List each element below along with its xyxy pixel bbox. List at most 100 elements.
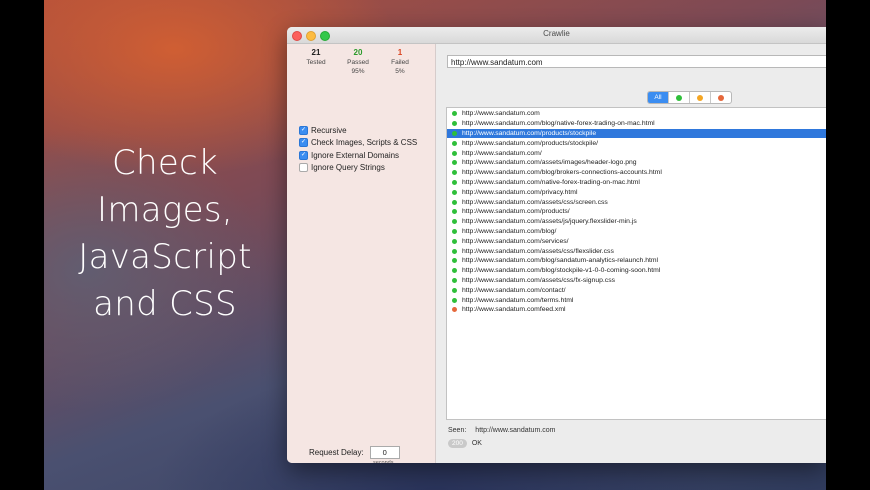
tagline-line: Check (111, 143, 219, 183)
green-dot-icon (676, 94, 682, 101)
url-list-row[interactable]: http://www.sandatum.com/blog/sandatum-an… (447, 256, 826, 266)
filter-warning-button[interactable] (690, 92, 711, 103)
url-text: http://www.sandatum.com/contact/ (462, 286, 566, 294)
green-status-dot-icon (452, 199, 457, 205)
url-list-row[interactable]: http://www.sandatum.com/assets/css/fx-si… (447, 276, 826, 286)
green-status-dot-icon (452, 130, 457, 136)
url-list-row[interactable]: http://www.sandatum.com/assets/images/he… (447, 158, 826, 168)
stat-failed: 1 Failed 5% (379, 48, 421, 75)
failed-label: Failed (391, 59, 409, 66)
tested-label: Tested (306, 59, 326, 66)
url-list-row[interactable]: http://www.sandatum.com/assets/css/scree… (447, 197, 826, 207)
green-status-dot-icon (452, 160, 457, 166)
url-input[interactable]: http://www.sandatum.com (447, 55, 826, 68)
filter-all-button[interactable]: All (648, 92, 669, 103)
url-list-row[interactable]: http://www.sandatum.com/services/ (447, 236, 826, 246)
options-list: ✓ Recursive ✓ Check Images, Scripts & CS… (299, 124, 417, 174)
url-list-row[interactable]: http://www.sandatum.com/native-forex-tra… (447, 178, 826, 188)
url-list-row[interactable]: http://www.sandatum.com/products/ (447, 207, 826, 217)
seen-value: http://www.sandatum.com (475, 427, 556, 434)
option-check-assets[interactable]: ✓ Check Images, Scripts & CSS (299, 137, 417, 150)
title-bar: Crawlie (287, 27, 826, 44)
seen-label: Seen: (448, 427, 467, 434)
failed-percent: 5% (395, 68, 405, 75)
orange-dot-icon (697, 94, 703, 101)
url-list-row[interactable]: http://www.sandatum.com/terms.html (447, 295, 826, 305)
red-status-dot-icon (452, 307, 457, 313)
option-label: Ignore Query Strings (311, 163, 385, 173)
url-text: http://www.sandatum.com/privacy.html (462, 188, 578, 196)
url-text: http://www.sandatum.com/terms.html (462, 296, 574, 304)
seen-row: Seen: http://www.sandatum.com (448, 427, 555, 434)
url-list-row[interactable]: http://www.sandatum.com/assets/js/jquery… (447, 217, 826, 227)
option-label: Ignore External Domains (311, 150, 400, 160)
green-status-dot-icon (452, 248, 457, 254)
url-text: http://www.sandatum.comfeed.xml (462, 306, 566, 314)
url-text: http://www.sandatum.com/blog/brokers-con… (462, 169, 662, 177)
green-status-dot-icon (452, 287, 457, 293)
url-list-row[interactable]: http://www.sandatum.com/contact/ (447, 285, 826, 295)
url-text: http://www.sandatum.com/ (462, 149, 542, 157)
url-list-row[interactable]: http://www.sandatum.com/products/stockpi… (447, 128, 826, 139)
tested-count: 21 (311, 48, 321, 57)
green-status-dot-icon (452, 179, 457, 185)
url-text: http://www.sandatum.com/blog/sandatum-an… (462, 257, 659, 265)
option-recursive[interactable]: ✓ Recursive (299, 124, 417, 137)
url-list-row[interactable]: http://www.sandatum.com/blog/native-fore… (447, 119, 826, 129)
option-ignore-external[interactable]: ✓ Ignore External Domains (299, 149, 417, 162)
url-list-row[interactable]: http://www.sandatum.com/blog/ (447, 227, 826, 237)
url-text: http://www.sandatum.com/services/ (462, 237, 569, 245)
url-text: http://www.sandatum.com/assets/css/scree… (462, 198, 608, 206)
checkbox-checked-icon[interactable]: ✓ (299, 150, 308, 160)
stat-passed: 20 Passed 95% (337, 48, 379, 75)
url-list-row[interactable]: http://www.sandatum.com (447, 109, 826, 119)
results-pane: http://www.sandatum.com All http://www.s… (436, 44, 826, 463)
url-list-row[interactable]: http://www.sandatum.com/products/stockpi… (447, 138, 826, 148)
url-text: http://www.sandatum.com/blog/native-fore… (462, 120, 655, 128)
failed-count: 1 (397, 48, 403, 57)
checkbox-checked-icon[interactable]: ✓ (299, 125, 308, 135)
option-label: Recursive (311, 125, 347, 135)
url-list-row[interactable]: http://www.sandatum.com/blog/stockpile-v… (447, 266, 826, 276)
tagline-line: JavaScript (78, 237, 252, 277)
url-text: http://www.sandatum.com/products/stockpi… (462, 139, 598, 147)
app-window: Crawlie 21 Tested 20 Passed 95% 1 Failed… (287, 27, 826, 463)
green-status-dot-icon (452, 277, 457, 283)
filter-failed-button[interactable] (711, 92, 731, 103)
url-list-row[interactable]: http://www.sandatum.comfeed.xml (447, 305, 826, 315)
stat-tested: 21 Tested (295, 48, 337, 75)
option-label: Check Images, Scripts & CSS (311, 138, 418, 148)
url-text: http://www.sandatum.com/assets/images/he… (462, 159, 637, 167)
green-status-dot-icon (452, 170, 457, 176)
status-filter: All (647, 91, 732, 104)
url-list[interactable]: http://www.sandatum.com http://www.sandat… (446, 107, 826, 420)
filter-passed-button[interactable] (669, 92, 690, 103)
green-status-dot-icon (452, 140, 457, 146)
url-list-row[interactable]: http://www.sandatum.com/privacy.html (447, 187, 826, 197)
checkbox-unchecked-icon[interactable] (299, 163, 308, 173)
green-status-dot-icon (452, 121, 457, 127)
right-black-strip (826, 0, 870, 490)
url-text: http://www.sandatum.com/native-forex-tra… (462, 178, 640, 186)
status-code-badge: 200 (448, 439, 467, 448)
green-status-dot-icon (452, 297, 457, 303)
url-text: http://www.sandatum.com/products/ (462, 208, 570, 216)
green-status-dot-icon (452, 150, 457, 156)
passed-count: 20 (353, 48, 363, 57)
green-status-dot-icon (452, 228, 457, 234)
request-delay-input[interactable]: 0 (369, 446, 400, 459)
option-ignore-query[interactable]: Ignore Query Strings (299, 162, 417, 175)
url-text: http://www.sandatum.com/assets/js/jquery… (462, 218, 637, 226)
settings-sidebar: 21 Tested 20 Passed 95% 1 Failed 5% ✓ Re… (287, 44, 436, 463)
green-status-dot-icon (452, 238, 457, 244)
checkbox-checked-icon[interactable]: ✓ (299, 138, 308, 148)
green-status-dot-icon (452, 209, 457, 215)
green-status-dot-icon (452, 258, 457, 264)
url-list-row[interactable]: http://www.sandatum.com/assets/css/flexs… (447, 246, 826, 256)
url-list-row[interactable]: http://www.sandatum.com/ (447, 148, 826, 158)
status-text: OK (471, 440, 482, 447)
tagline-line: and CSS (93, 284, 237, 324)
stats-panel: 21 Tested 20 Passed 95% 1 Failed 5% (295, 48, 421, 75)
url-list-row[interactable]: http://www.sandatum.com/blog/brokers-con… (447, 168, 826, 178)
green-status-dot-icon (452, 111, 457, 117)
